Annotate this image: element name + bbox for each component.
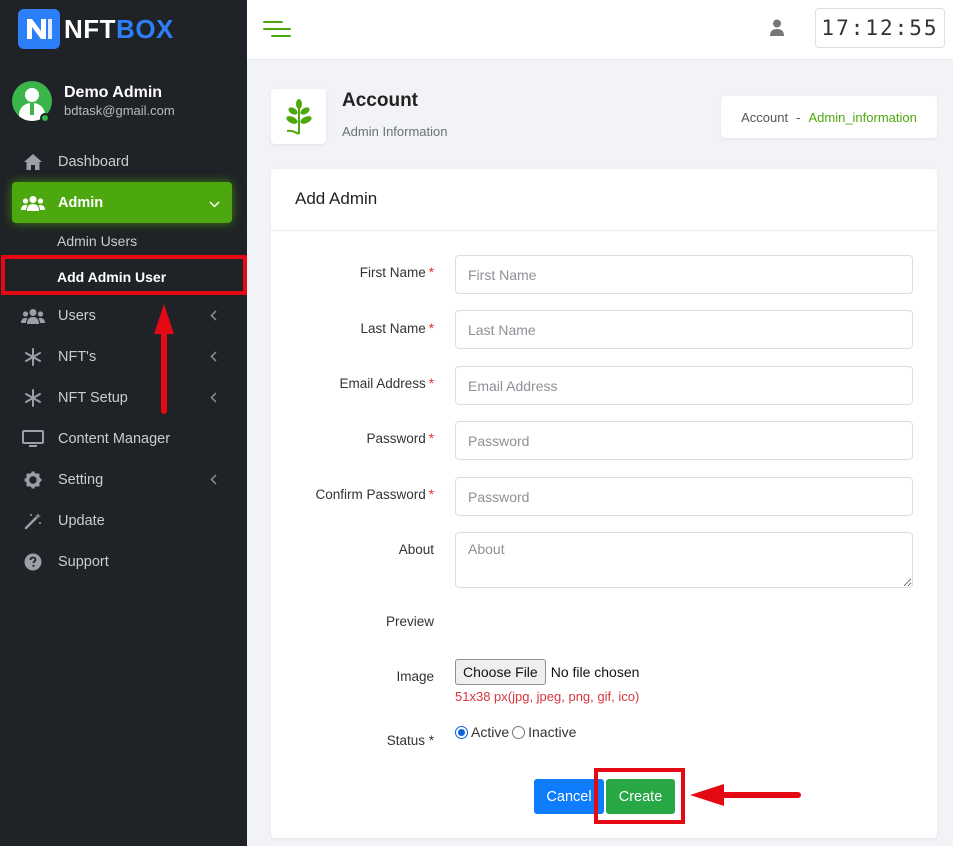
- sidebar-item-support[interactable]: Support: [0, 541, 247, 582]
- chevron-left-icon: [210, 472, 217, 488]
- status-active-radio[interactable]: [455, 725, 468, 739]
- confirm-password-label: Confirm Password *: [315, 487, 434, 502]
- image-file-input: Choose File No file chosen: [455, 659, 639, 685]
- last-name-label: Last Name *: [360, 321, 434, 336]
- page-subtitle: Admin Information: [342, 124, 448, 139]
- user-profile: Demo Admin bdtask@gmail.com: [12, 81, 175, 121]
- breadcrumb-root[interactable]: Account: [741, 110, 788, 125]
- highlight-box-create-button: [594, 768, 685, 824]
- users-icon: [21, 191, 45, 215]
- breadcrumb-separator: -: [796, 109, 801, 125]
- sidebar-item-update[interactable]: Update: [0, 500, 247, 541]
- leaf-icon: [271, 89, 326, 144]
- brand-logo[interactable]: NFTBOX: [18, 9, 174, 49]
- brand-name: NFTBOX: [64, 13, 174, 44]
- sidebar-item-content-manager[interactable]: Content Manager: [0, 418, 247, 459]
- add-admin-card: Add Admin First Name* Last Name* Email A…: [271, 169, 937, 838]
- menu-toggle-icon[interactable]: [263, 20, 291, 40]
- gear-icon: [21, 468, 45, 492]
- magic-wand-icon: [21, 509, 45, 533]
- sidebar-nav: Dashboard Admin Admin Users Add Admin Us…: [0, 141, 247, 582]
- chevron-down-icon: [209, 195, 220, 211]
- sidebar: NFTBOX Demo Admin bdtask@gmail.com Dashb…: [0, 0, 247, 846]
- sidebar-item-label: Admin: [58, 194, 104, 211]
- sidebar-item-label: Support: [58, 553, 109, 570]
- email-label: Email Address *: [339, 376, 434, 391]
- user-icon[interactable]: [769, 19, 787, 37]
- password-label: Password *: [366, 431, 434, 446]
- sidebar-item-nft-setup[interactable]: NFT Setup: [0, 377, 247, 418]
- about-label: About: [398, 542, 434, 557]
- page-title: Account: [342, 90, 418, 111]
- topbar: 17:12:55: [247, 0, 953, 60]
- status-radio-group: Active Inactive: [455, 724, 579, 740]
- preview-label: Preview: [385, 614, 434, 629]
- question-circle-icon: [21, 550, 45, 574]
- annotation-arrow-left-icon: [690, 784, 801, 806]
- confirm-password-input[interactable]: [455, 477, 913, 516]
- choose-file-button[interactable]: Choose File: [455, 659, 546, 685]
- sidebar-item-label: NFT Setup: [58, 389, 128, 406]
- breadcrumb: Account - Admin_information: [721, 96, 937, 138]
- users-icon: [21, 304, 45, 328]
- annotation-arrow-up-icon: [154, 304, 174, 414]
- profile-name: Demo Admin: [64, 84, 163, 101]
- snowflake-icon: [21, 345, 45, 369]
- sidebar-item-dashboard[interactable]: Dashboard: [0, 141, 247, 182]
- monitor-icon: [21, 427, 45, 451]
- file-status: No file chosen: [550, 664, 640, 680]
- sidebar-item-label: Update: [58, 512, 105, 529]
- status-inactive-radio[interactable]: [512, 725, 526, 739]
- email-field[interactable]: [455, 366, 913, 405]
- breadcrumb-current: Admin_information: [808, 109, 917, 125]
- status-inactive-label[interactable]: Inactive: [528, 724, 576, 740]
- highlight-box-add-admin-user: [1, 255, 247, 295]
- sidebar-item-admin[interactable]: Admin: [12, 182, 232, 223]
- sidebar-item-setting[interactable]: Setting: [0, 459, 247, 500]
- status-label: Status *: [386, 733, 434, 748]
- sidebar-item-nfts[interactable]: NFT's: [0, 336, 247, 377]
- chevron-left-icon: [210, 349, 217, 365]
- image-label: Image: [396, 669, 434, 684]
- profile-email: bdtask@gmail.com: [64, 103, 175, 118]
- card-title: Add Admin: [271, 169, 937, 231]
- sidebar-item-label: Content Manager: [58, 430, 171, 447]
- chevron-left-icon: [210, 390, 217, 406]
- chevron-left-icon: [210, 308, 217, 324]
- image-hint: 51x38 px(jpg, jpeg, png, gif, ico): [455, 689, 640, 704]
- logo-mark-icon: [18, 9, 60, 49]
- clock-display: 17:12:55: [815, 8, 945, 48]
- password-input[interactable]: [455, 421, 913, 460]
- status-active-label[interactable]: Active: [471, 724, 509, 740]
- first-name-label: First Name *: [359, 265, 434, 280]
- sidebar-item-users[interactable]: Users: [0, 295, 247, 336]
- first-name-input[interactable]: [455, 255, 913, 294]
- last-name-input[interactable]: [455, 310, 913, 349]
- sidebar-item-label: Users: [58, 307, 96, 324]
- sidebar-subitem-admin-users[interactable]: Admin Users: [0, 223, 247, 259]
- online-status-icon: [40, 113, 50, 123]
- sidebar-item-label: Dashboard: [58, 153, 129, 170]
- sidebar-item-label: NFT's: [58, 348, 97, 365]
- snowflake-icon: [21, 386, 45, 410]
- home-icon: [21, 150, 45, 174]
- about-textarea[interactable]: [455, 532, 913, 588]
- sidebar-item-label: Setting: [58, 471, 104, 488]
